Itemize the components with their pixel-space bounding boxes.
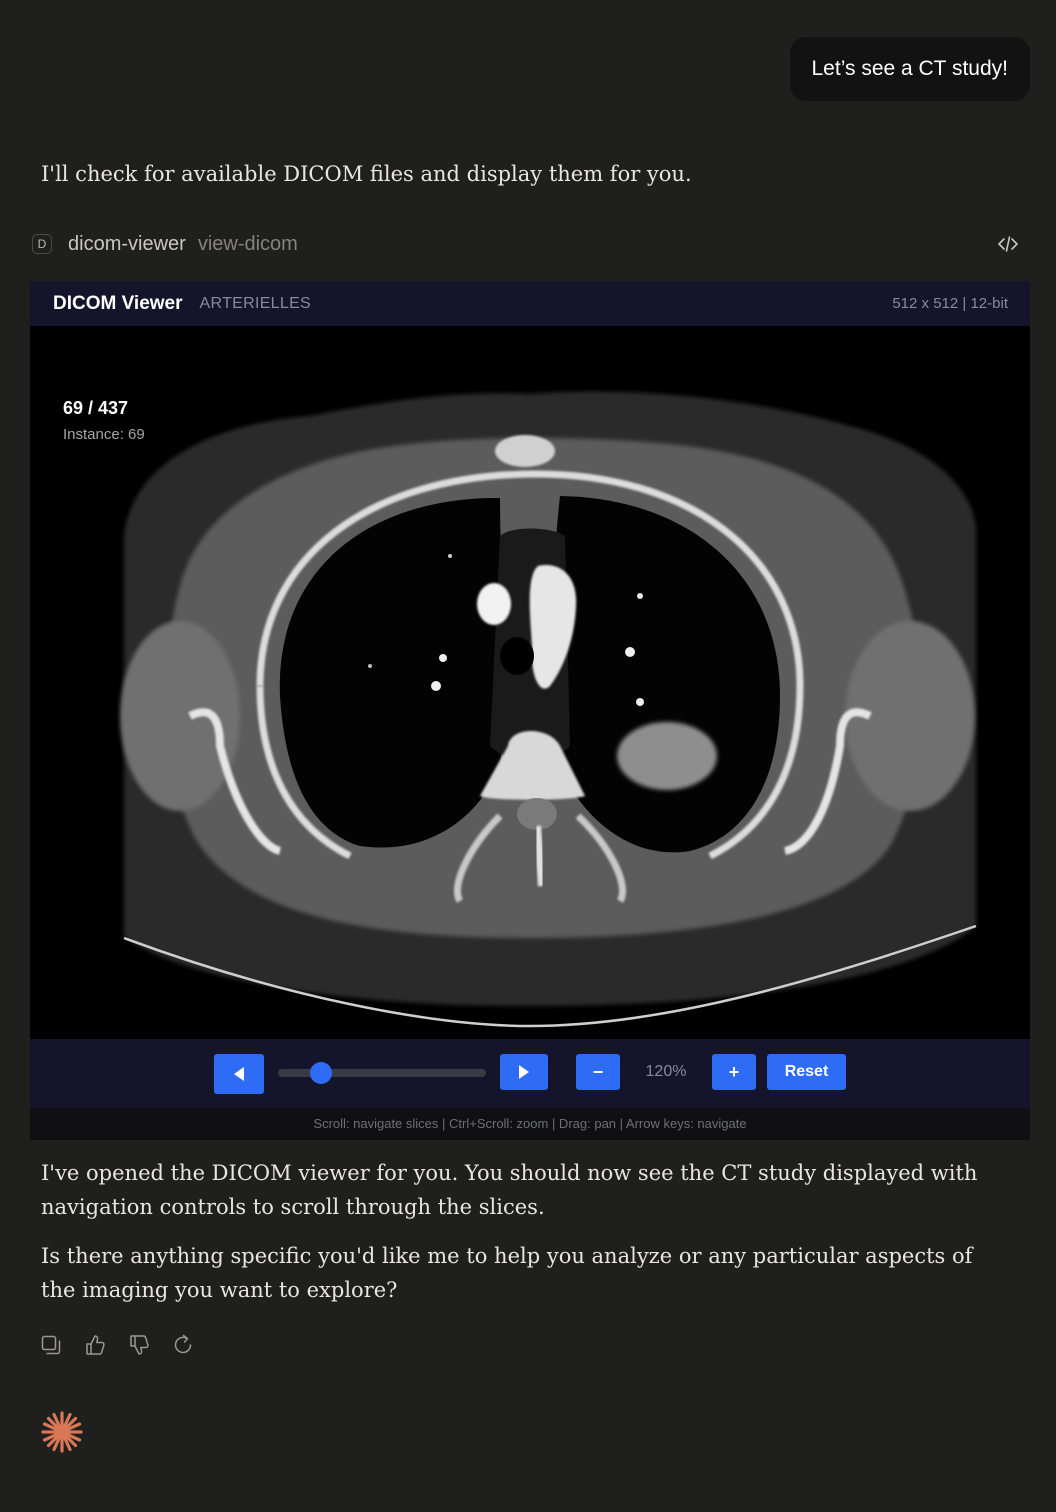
play-left-icon — [234, 1067, 244, 1081]
tool-server-name: dicom-viewer — [68, 232, 186, 255]
zoom-out-button[interactable]: − — [576, 1054, 620, 1090]
play-right-icon — [519, 1065, 529, 1079]
tool-method-name: view-dicom — [197, 232, 298, 255]
next-slice-button[interactable] — [500, 1054, 548, 1090]
code-icon[interactable] — [996, 232, 1020, 256]
slice-slider[interactable] — [278, 1062, 486, 1084]
slice-counter: 69 / 437 — [63, 398, 129, 418]
dicom-viewer: DICOM Viewer ARTERIELLES 512 x 512 | 12-… — [30, 281, 1030, 1140]
series-name: ARTERIELLES — [199, 294, 312, 312]
keyboard-help: Scroll: navigate slices | Ctrl+Scroll: z… — [30, 1108, 1030, 1140]
previous-slice-button[interactable] — [214, 1054, 264, 1094]
assistant-reply-paragraph: Is there anything specific you'd like me… — [41, 1244, 973, 1302]
zoom-level: 120% — [645, 1063, 687, 1080]
assistant-intro: I'll check for available DICOM files and… — [41, 162, 692, 186]
viewer-controls: − 120% + Reset — [30, 1039, 1030, 1108]
viewer-title: DICOM Viewer — [53, 292, 183, 314]
message-actions — [40, 1333, 194, 1357]
ct-slice-image — [120, 391, 977, 1028]
tool-call-header[interactable]: D dicom-viewer view-dicom — [32, 230, 1026, 258]
retry-icon[interactable] — [172, 1333, 194, 1357]
zoom-in-button[interactable]: + — [712, 1054, 756, 1090]
image-dimensions: 512 x 512 | 12-bit — [892, 295, 1008, 312]
dicom-image-canvas[interactable]: 69 / 437 Instance: 69 — [30, 326, 1030, 1039]
viewer-header: DICOM Viewer ARTERIELLES 512 x 512 | 12-… — [30, 281, 1030, 326]
user-message: Let’s see a CT study! — [789, 37, 1030, 101]
claude-spark-icon — [41, 1411, 83, 1453]
thumbs-down-icon[interactable] — [128, 1333, 150, 1357]
thumbs-up-icon[interactable] — [84, 1333, 106, 1357]
instance-number: Instance: 69 — [63, 426, 145, 443]
server-badge: D — [32, 234, 52, 254]
reset-button[interactable]: Reset — [767, 1054, 846, 1090]
copy-icon[interactable] — [40, 1333, 62, 1357]
assistant-reply-paragraph: I've opened the DICOM viewer for you. Yo… — [41, 1161, 978, 1219]
slider-thumb[interactable] — [310, 1062, 333, 1084]
